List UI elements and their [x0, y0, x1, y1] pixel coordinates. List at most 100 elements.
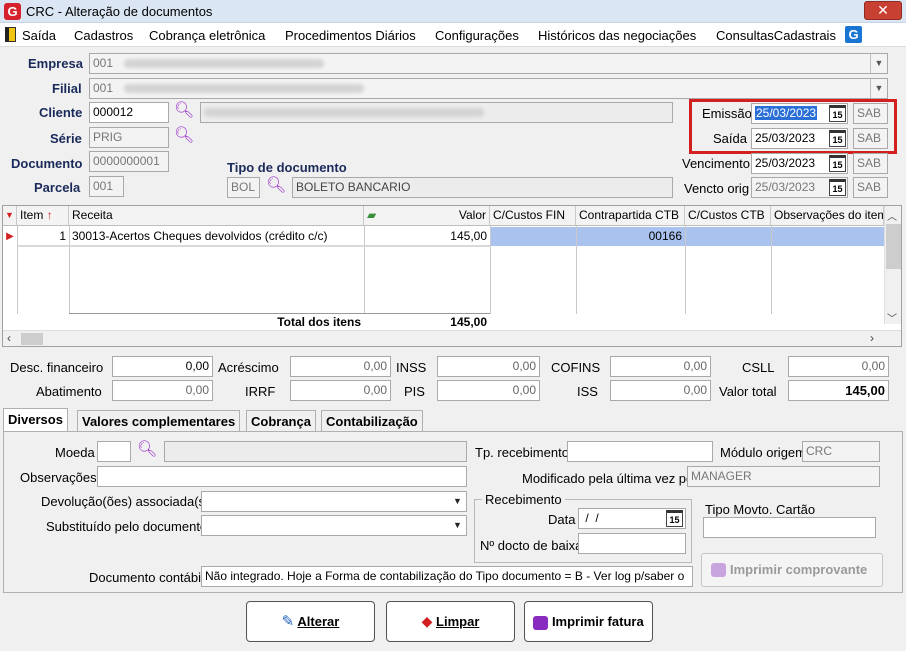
- calendar-icon[interactable]: 15: [666, 510, 683, 527]
- modificado-field: MANAGER: [687, 466, 880, 487]
- help-icon[interactable]: G: [845, 26, 862, 43]
- abatimento-label: Abatimento: [36, 384, 102, 399]
- grid-header-item[interactable]: Item ↑: [17, 206, 69, 226]
- menu-historicos[interactable]: Históricos das negociações: [538, 28, 696, 43]
- empresa-label: Empresa: [28, 56, 83, 71]
- desc-financeiro-input[interactable]: 0,00: [112, 356, 213, 377]
- selected-cells: [490, 227, 884, 246]
- filial-label: Filial: [52, 81, 82, 96]
- row-receita: 30013-Acertos Cheques devolvidos (crédit…: [72, 229, 328, 243]
- cofins-input[interactable]: 0,00: [610, 356, 711, 377]
- menu-cadastros[interactable]: Cadastros: [74, 28, 133, 43]
- substituido-select[interactable]: ▼: [201, 515, 467, 536]
- title-bar: G CRC - Alteração de documentos ✕: [0, 0, 906, 23]
- alterar-button[interactable]: ✎ Alterar: [246, 601, 375, 642]
- tipo-movto-cartao-input[interactable]: [703, 517, 876, 538]
- calendar-icon[interactable]: 15: [829, 179, 846, 196]
- exit-door-icon: [5, 27, 16, 42]
- menu-cobranca-eletronica[interactable]: Cobrança eletrônica: [149, 28, 265, 43]
- empresa-name-redacted: [124, 59, 325, 69]
- imprimir-fatura-button[interactable]: Imprimir fatura: [524, 601, 653, 642]
- sort-indicator-icon: ▼: [3, 206, 17, 226]
- tab-contabilizacao[interactable]: Contabilização: [321, 410, 423, 432]
- hscroll-thumb[interactable]: [21, 333, 43, 345]
- grid-header-observacoes[interactable]: Observações do item: [771, 206, 884, 226]
- parcela-label: Parcela: [34, 180, 81, 195]
- grid-header-ccustos-fin[interactable]: C/Custos FIN: [490, 206, 576, 226]
- chevron-down-icon[interactable]: ▼: [870, 79, 887, 98]
- search-icon[interactable]: 🔍︎: [174, 102, 194, 122]
- grid-hline: [17, 246, 491, 247]
- tab-valores-complementares[interactable]: Valores complementares: [77, 410, 241, 432]
- grid-divider: [490, 226, 491, 314]
- tab-diversos[interactable]: Diversos: [3, 408, 68, 432]
- docto-baixa-input[interactable]: [578, 533, 686, 554]
- documento-input[interactable]: 0000000001: [89, 151, 169, 172]
- total-row: Total dos itens 145,00: [69, 313, 490, 330]
- calendar-icon[interactable]: 15: [829, 155, 846, 172]
- moeda-input[interactable]: [97, 441, 131, 462]
- horizontal-scrollbar[interactable]: ‹ ›: [3, 330, 901, 346]
- devolucao-select[interactable]: ▼: [201, 491, 467, 512]
- observacoes-input[interactable]: [97, 466, 467, 487]
- table-row[interactable]: 1 30013-Acertos Cheques devolvidos (créd…: [17, 227, 884, 246]
- items-grid[interactable]: ▼ Item ↑ Receita ▰ Valor C/Custos FIN Con…: [2, 205, 902, 347]
- irrf-input[interactable]: 0,00: [290, 380, 391, 401]
- scrollbar-thumb[interactable]: [886, 224, 901, 269]
- serie-input[interactable]: PRIG: [89, 127, 169, 148]
- scroll-down-icon[interactable]: ﹀: [887, 310, 897, 325]
- tp-recebimento-input[interactable]: [567, 441, 713, 462]
- imprimir-comprovante-label: Imprimir comprovante: [730, 562, 868, 577]
- valor-total-value: 145,00: [788, 380, 889, 401]
- inss-input[interactable]: 0,00: [437, 356, 540, 377]
- inss-label: INSS: [396, 360, 427, 375]
- cliente-code-input[interactable]: 000012: [89, 102, 169, 123]
- grid-header-ccustos-ctb[interactable]: C/Custos CTB: [685, 206, 771, 226]
- limpar-label: Limpar: [436, 614, 480, 629]
- documento-label: Documento: [11, 156, 83, 171]
- empresa-select[interactable]: 001 ▼: [89, 53, 888, 74]
- total-value: 145,00: [450, 315, 487, 329]
- search-icon[interactable]: 🔍︎: [174, 127, 194, 147]
- tab-strip: Diversos Valores complementares Cobrança…: [3, 408, 903, 432]
- valor-total-label: Valor total: [719, 384, 777, 399]
- chevron-down-icon[interactable]: ▼: [449, 492, 466, 511]
- menu-procedimentos-diarios[interactable]: Procedimentos Diários: [285, 28, 416, 43]
- tab-cobranca[interactable]: Cobrança: [246, 410, 316, 432]
- scroll-right-icon[interactable]: ›: [870, 331, 874, 345]
- close-button[interactable]: ✕: [864, 1, 902, 20]
- docto-baixa-label: Nº docto de baixa: [480, 538, 583, 553]
- menu-bar: Saída Cadastros Cobrança eletrônica Proc…: [0, 23, 906, 47]
- abatimento-input[interactable]: 0,00: [112, 380, 213, 401]
- limpar-button[interactable]: ◆ Limpar: [386, 601, 515, 642]
- row-contrapartida: 00166: [648, 229, 682, 243]
- grid-header-valor[interactable]: ▰ Valor: [364, 206, 490, 226]
- menu-consultas-cadastrais[interactable]: ConsultasCadastrais: [716, 28, 836, 43]
- menu-configuracoes[interactable]: Configurações: [435, 28, 519, 43]
- grid-header-contrapartida[interactable]: Contrapartida CTB: [576, 206, 685, 226]
- acrescimo-input[interactable]: 0,00: [290, 356, 391, 377]
- moeda-desc: [164, 441, 467, 462]
- chevron-down-icon[interactable]: ▼: [449, 516, 466, 535]
- vertical-scrollbar[interactable]: ︿ ﹀: [884, 206, 901, 325]
- scroll-up-icon[interactable]: ︿: [887, 208, 897, 223]
- grid-header-receita[interactable]: Receita: [69, 206, 364, 226]
- cofins-label: COFINS: [551, 360, 601, 375]
- csll-input[interactable]: 0,00: [788, 356, 889, 377]
- cliente-label: Cliente: [39, 105, 83, 120]
- search-icon[interactable]: 🔍︎: [137, 441, 157, 461]
- vencimento-label: Vencimento: [682, 156, 750, 171]
- tipo-movto-cartao-label: Tipo Movto. Cartão: [705, 502, 816, 517]
- pis-input[interactable]: 0,00: [437, 380, 540, 401]
- cliente-name-field: [200, 102, 673, 123]
- iss-input[interactable]: 0,00: [610, 380, 711, 401]
- parcela-input[interactable]: 001: [89, 176, 124, 197]
- tipo-documento-code-input[interactable]: BOL: [227, 177, 260, 198]
- total-label: Total dos itens: [277, 315, 361, 329]
- scroll-left-icon[interactable]: ‹: [7, 331, 11, 345]
- chevron-down-icon[interactable]: ▼: [870, 54, 887, 73]
- menu-saida[interactable]: Saída: [22, 28, 56, 43]
- search-icon[interactable]: 🔍︎: [266, 177, 286, 197]
- filial-select[interactable]: 001 ▼: [89, 78, 888, 99]
- imprimir-comprovante-button[interactable]: Imprimir comprovante: [701, 553, 883, 587]
